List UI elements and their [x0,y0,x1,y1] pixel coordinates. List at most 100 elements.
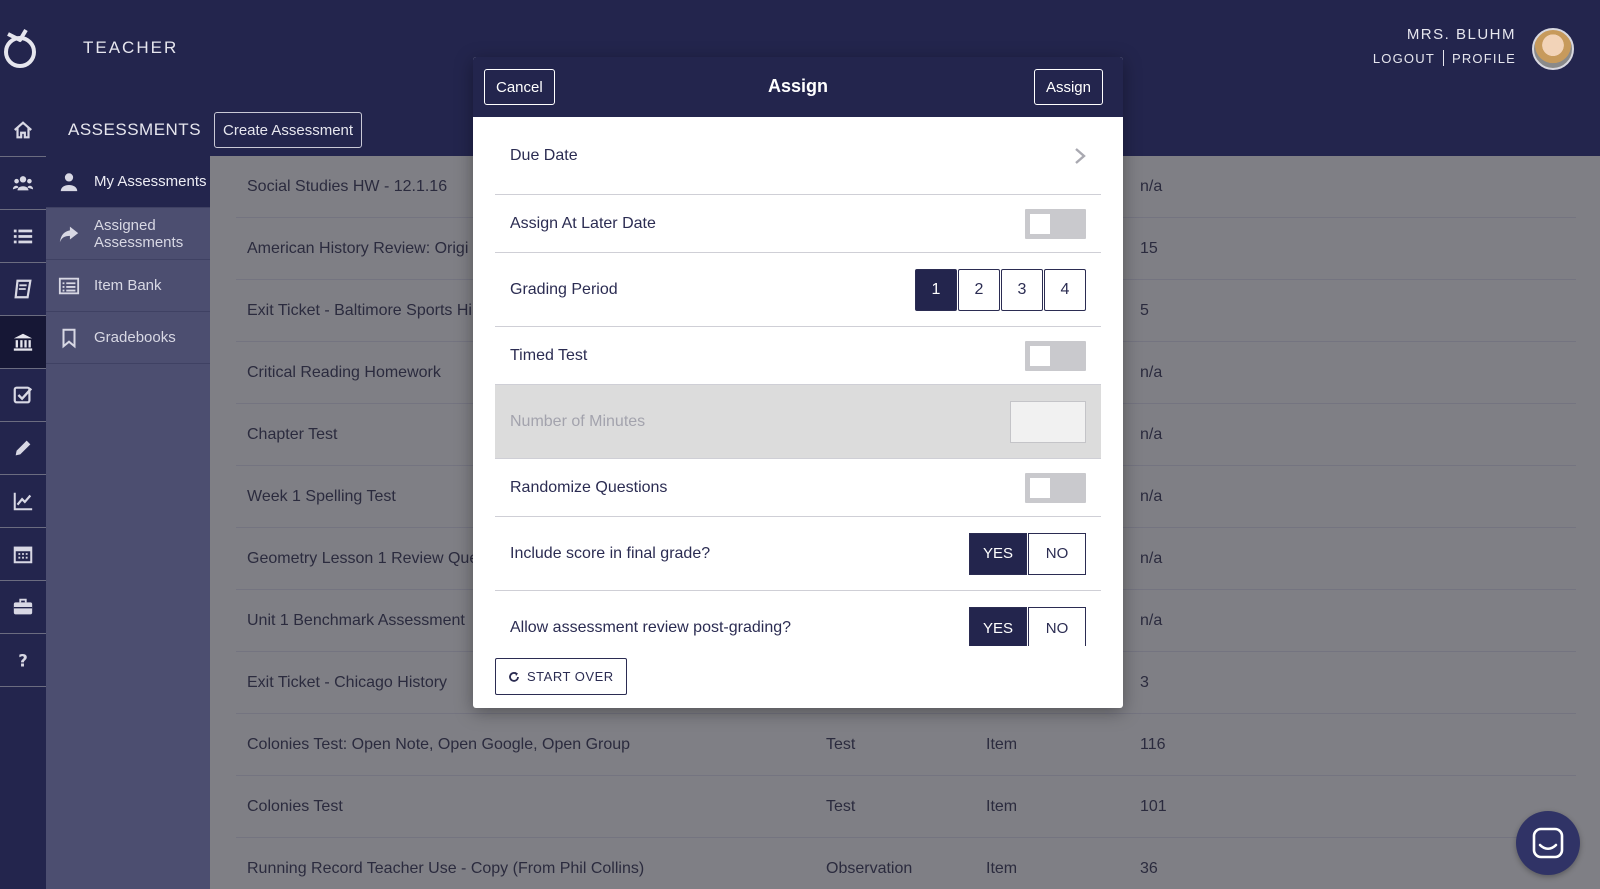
section-title: ASSESSMENTS [68,120,202,139]
item-count: n/a [1140,425,1163,443]
role-label: TEACHER [83,38,179,57]
checkbox-icon [13,386,33,404]
assessment-type: Observation [826,859,913,877]
table-row[interactable]: Colonies Test: Open Note, Open Google, O… [236,714,1576,776]
grading-period-4-button[interactable]: 4 [1044,268,1086,311]
include-score-no-button[interactable]: NO [1028,532,1086,575]
assessment-name: Unit 1 Benchmark Assessment [247,611,465,629]
start-over-button[interactable]: START OVER [495,658,627,695]
assessment-name: Social Studies HW - 12.1.16 [247,177,448,195]
toggle-knob [1030,477,1050,498]
list-icon [13,229,33,244]
rail-nav: ? [0,104,46,687]
subnav-item-my-assessments[interactable]: My Assessments [46,156,210,208]
subnav-label: Gradebooks [94,329,176,346]
home-icon [14,121,32,139]
later-date-row: Assign At Later Date [495,195,1101,253]
list-box-icon [58,277,80,294]
randomize-row: Randomize Questions [495,459,1101,517]
grading-period-group: 1 2 3 4 [914,268,1086,311]
grading-period-2-button[interactable]: 2 [958,268,1000,311]
item-count: 3 [1140,673,1149,691]
book-icon [14,279,32,299]
assessment-kind: Item [986,797,1018,815]
rail-institution[interactable] [0,316,46,369]
grading-period-3-button[interactable]: 3 [1001,268,1043,311]
grading-period-row: Grading Period 1 2 3 4 [495,253,1101,327]
assessment-type: Test [826,797,856,815]
subnav-item-gradebooks[interactable]: Gradebooks [46,312,210,364]
rail-pencil[interactable] [0,422,46,475]
timed-test-row: Timed Test [495,327,1101,385]
svg-text:?: ? [18,651,28,670]
chart-icon [13,492,33,511]
avatar[interactable] [1532,28,1574,70]
modal-body: Due Date Assign At Later Date Grading Pe… [495,117,1101,646]
rail-checkbox[interactable] [0,369,46,422]
allow-review-no-button[interactable]: NO [1028,607,1086,646]
assessment-name: Critical Reading Homework [247,363,441,381]
assessment-name: American History Review: Origi [247,239,469,257]
rail-list[interactable] [0,210,46,263]
grading-period-label: Grading Period [510,280,618,298]
modal-title: Assign [767,76,828,96]
randomize-label: Randomize Questions [510,478,668,496]
table-row[interactable]: Running Record Teacher Use - Copy (From … [236,838,1576,889]
item-count: n/a [1140,363,1163,381]
assessment-name: Exit Ticket - Chicago History [247,673,448,691]
rail-users[interactable] [0,157,46,210]
allow-review-label: Allow assessment review post-grading? [510,619,792,636]
assessment-name: Exit Ticket - Baltimore Sports Hi [247,301,472,319]
item-count: n/a [1140,549,1163,567]
randomize-toggle[interactable] [1025,472,1086,503]
rail-home[interactable] [0,104,46,157]
subnav-item-assigned-assessments[interactable]: Assigned Assessments [46,208,210,260]
item-count: 5 [1140,301,1149,319]
table-row[interactable]: Colonies Test Test Item 101 [236,776,1576,838]
assessment-name: Chapter Test [247,425,338,443]
assessment-name: Colonies Test [247,797,343,815]
include-score-label: Include score in final grade? [510,544,711,562]
assessment-name: Week 1 Spelling Test [247,487,396,505]
allow-review-yes-button[interactable]: YES [969,607,1027,646]
logout-link[interactable]: LOGOUT [1373,51,1435,66]
rail-book[interactable] [0,263,46,316]
user-name: MRS. BLUHM [1406,26,1516,43]
item-count: 116 [1140,735,1166,753]
item-count: 15 [1140,239,1158,257]
create-assessment-button[interactable]: Create Assessment [214,112,363,148]
assessment-kind: Item [986,735,1018,753]
subnav-label: My Assessments [94,173,207,190]
rail-calendar[interactable] [0,528,46,581]
start-over-label: START OVER [527,669,614,684]
chat-launcher[interactable] [1516,811,1580,875]
due-date-row[interactable]: Due Date [495,117,1101,195]
minutes-label: Number of Minutes [510,412,646,430]
due-date-label: Due Date [510,146,578,164]
user-icon [60,172,78,191]
item-count: n/a [1140,487,1163,505]
grading-period-1-button[interactable]: 1 [915,268,957,311]
subnav-item-item-bank[interactable]: Item Bank [46,260,210,312]
help-icon: ? [18,651,28,670]
profile-link[interactable]: PROFILE [1452,51,1516,66]
assign-modal: Cancel Assign Assign Due Date Assign At … [473,57,1123,708]
rail-help[interactable]: ? [0,634,46,687]
rail-briefcase[interactable] [0,581,46,634]
item-count: n/a [1140,611,1163,629]
bookmark-icon [62,328,76,348]
include-score-group: YES NO [968,532,1086,575]
rail-chart[interactable] [0,475,46,528]
timed-test-label: Timed Test [510,346,588,364]
subnav-label: Assigned Assessments [94,216,184,251]
allow-review-row: Allow assessment review post-grading? YE… [495,591,1101,646]
chat-icon [1532,827,1564,859]
minutes-input[interactable] [1010,400,1086,443]
include-score-yes-button[interactable]: YES [969,532,1027,575]
refresh-icon [509,671,519,682]
later-date-toggle[interactable] [1025,208,1086,239]
timed-test-toggle[interactable] [1025,340,1086,371]
pencil-icon [15,440,31,456]
assign-button[interactable]: Assign [1033,69,1103,105]
include-score-row: Include score in final grade? YES NO [495,517,1101,591]
